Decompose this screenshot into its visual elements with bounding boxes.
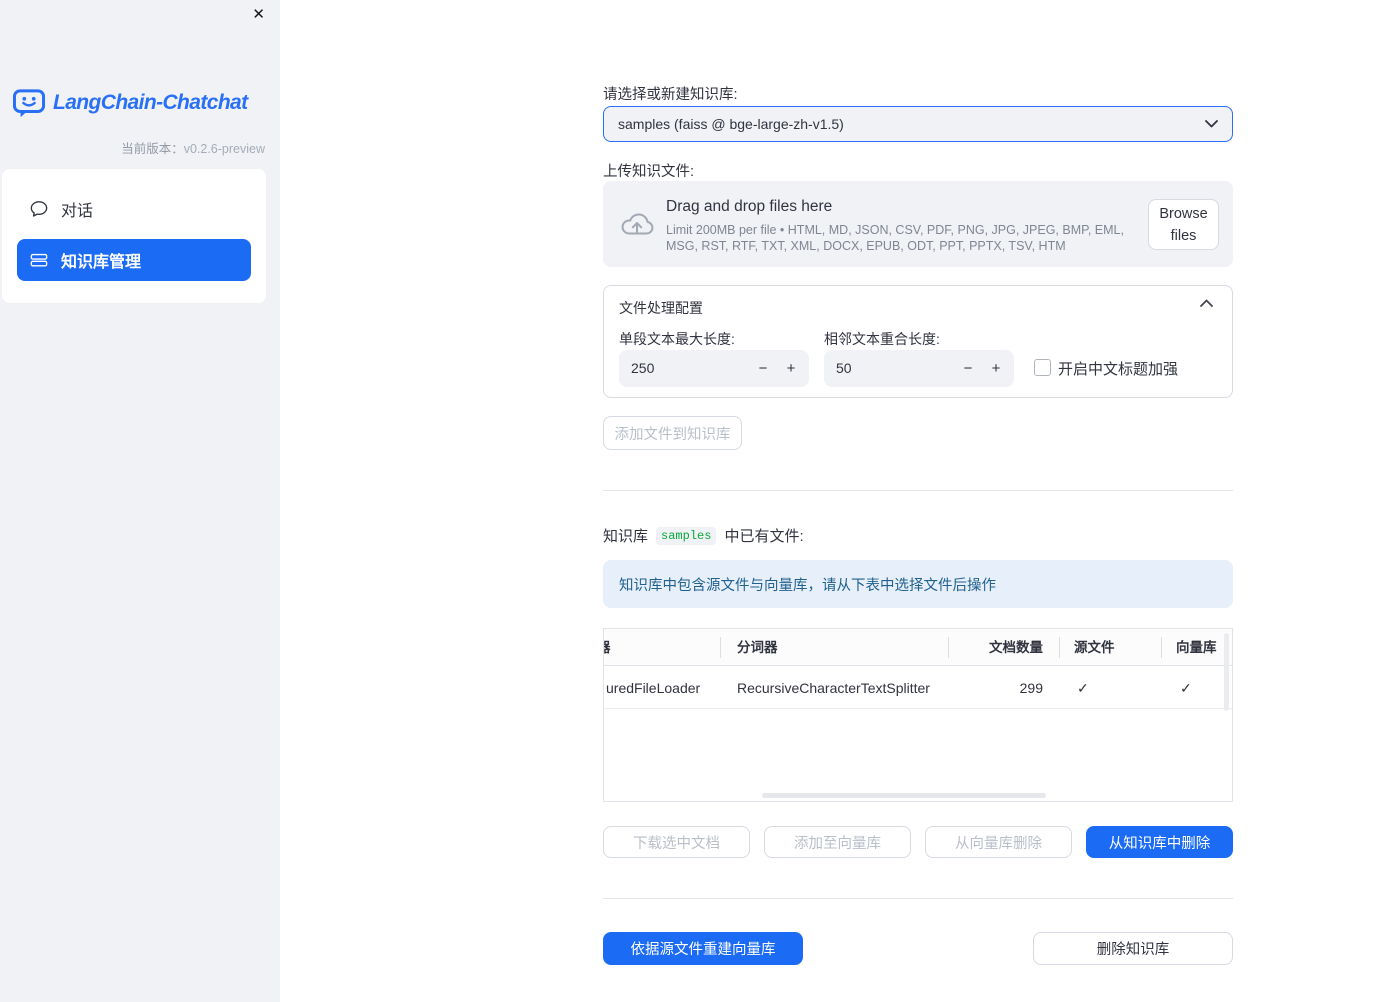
column-separator — [1059, 637, 1060, 658]
horizontal-scrollbar[interactable] — [762, 793, 1046, 798]
vertical-scrollbar[interactable] — [1224, 633, 1229, 711]
column-separator — [720, 637, 721, 658]
chat-smiley-logo-icon — [12, 88, 46, 118]
col-header-splitter: 分词器 — [737, 640, 778, 655]
sidebar-item-dialogue[interactable]: 对话 — [17, 188, 251, 230]
sidebar-item-label: 对话 — [61, 203, 94, 220]
kb-files-prefix: 知识库 — [603, 528, 649, 545]
dropzone-limit-text: Limit 200MB per file • HTML, MD, JSON, C… — [666, 223, 1124, 253]
cell-source-file-check: ✓ — [1077, 680, 1089, 696]
add-files-to-kb-button[interactable]: 添加文件到知识库 — [603, 416, 742, 450]
sidebar-item-knowledge-base[interactable]: 知识库管理 — [17, 239, 251, 281]
overlap-value: 50 — [836, 360, 852, 376]
column-separator — [1161, 637, 1162, 658]
rebuild-vector-store-button[interactable]: 依据源文件重建向量库 — [603, 932, 803, 965]
col-header-doc-count: 文档数量 — [989, 640, 1043, 655]
divider — [603, 490, 1233, 491]
main-content: 请选择或新建知识库: samples (faiss @ bge-large-zh… — [603, 0, 1233, 1002]
version-label: 当前版本： — [121, 142, 184, 156]
expander-title[interactable]: 文件处理配置 — [619, 298, 703, 318]
chevron-down-icon — [1205, 120, 1218, 128]
browse-files-button[interactable]: Browse files — [1148, 199, 1219, 250]
overlap-label: 相邻文本重合长度: — [824, 331, 940, 347]
file-dropzone[interactable]: Drag and drop files here Limit 200MB per… — [603, 181, 1233, 267]
cell-splitter: RecursiveCharacterTextSplitter — [737, 680, 930, 696]
chunk-size-value: 250 — [631, 360, 655, 376]
col-header-source-file: 源文件 — [1074, 640, 1115, 655]
kb-select[interactable]: samples (faiss @ bge-large-zh-v1.5) — [603, 106, 1233, 142]
upload-label: 上传知识文件: — [603, 164, 695, 180]
step-down-button[interactable]: − — [954, 350, 982, 387]
sidebar: ✕ LangChain-Chatchat 当前版本：v0.2.6-preview — [0, 0, 280, 1002]
col-header-vector-store: 向量库 — [1176, 640, 1217, 655]
delete-from-vector-store-button[interactable]: 从向量库删除 — [925, 826, 1072, 858]
chat-bubble-icon — [30, 200, 48, 218]
cloud-upload-icon — [620, 211, 654, 238]
table-row[interactable]: uredFileLoader RecursiveCharacterTextSpl… — [604, 667, 1232, 709]
col-header-loader: 器 — [604, 629, 611, 665]
zh-title-enhance-label[interactable]: 开启中文标题加强 — [1058, 358, 1178, 379]
cell-loader: uredFileLoader — [606, 680, 701, 696]
delete-kb-button[interactable]: 删除知识库 — [1033, 932, 1233, 965]
sidebar-item-label: 知识库管理 — [61, 254, 142, 271]
kb-name-code: samples — [656, 526, 717, 545]
app-root: ✕ LangChain-Chatchat 当前版本：v0.2.6-preview — [0, 0, 1380, 1002]
version-value: v0.2.6-preview — [183, 142, 265, 156]
file-actions-row: 下载选中文档 添加至向量库 从向量库删除 从知识库中删除 — [603, 826, 1233, 858]
chunk-size-label: 单段文本最大长度: — [619, 331, 735, 347]
kb-files-heading: 知识库 samples 中已有文件: — [603, 525, 804, 546]
delete-from-kb-button[interactable]: 从知识库中删除 — [1086, 826, 1233, 858]
kb-select-value: samples (faiss @ bge-large-zh-v1.5) — [618, 116, 844, 132]
list-stack-icon — [30, 251, 48, 269]
sidebar-close-icon[interactable]: ✕ — [252, 7, 265, 22]
zh-title-enhance-checkbox[interactable] — [1034, 359, 1051, 376]
cell-doc-count: 299 — [1019, 680, 1043, 696]
cell-vector-store-check: ✓ — [1180, 680, 1192, 696]
add-to-vector-store-button[interactable]: 添加至向量库 — [764, 826, 911, 858]
dropzone-title: Drag and drop files here — [666, 198, 833, 215]
chevron-up-icon[interactable] — [1200, 299, 1213, 307]
info-banner: 知识库中包含源文件与向量库，请从下表中选择文件后操作 — [603, 560, 1233, 608]
step-up-button[interactable]: + — [982, 350, 1010, 387]
kb-select-label: 请选择或新建知识库: — [603, 87, 738, 103]
divider — [603, 898, 1233, 899]
info-banner-text: 知识库中包含源文件与向量库，请从下表中选择文件后操作 — [619, 577, 996, 594]
step-down-button[interactable]: − — [749, 350, 777, 387]
step-up-button[interactable]: + — [777, 350, 805, 387]
sidebar-menu: 对话 知识库管理 — [2, 169, 266, 303]
logo: LangChain-Chatchat — [12, 88, 248, 118]
chunk-size-input[interactable]: 250 − + — [619, 350, 809, 387]
overlap-input[interactable]: 50 − + — [824, 350, 1014, 387]
version-info: 当前版本：v0.2.6-preview — [121, 138, 265, 157]
logo-text: LangChain-Chatchat — [53, 91, 248, 114]
kb-files-table: 器 分词器 文档数量 源文件 向量库 uredFileLoader Recurs… — [603, 628, 1233, 802]
download-selected-button[interactable]: 下载选中文档 — [603, 826, 750, 858]
kb-files-suffix: 中已有文件: — [724, 528, 804, 545]
file-config-expander: 文件处理配置 单段文本最大长度: 相邻文本重合长度: 250 − + 50 − … — [603, 285, 1233, 398]
table-header-row: 器 分词器 文档数量 源文件 向量库 — [604, 629, 1232, 666]
